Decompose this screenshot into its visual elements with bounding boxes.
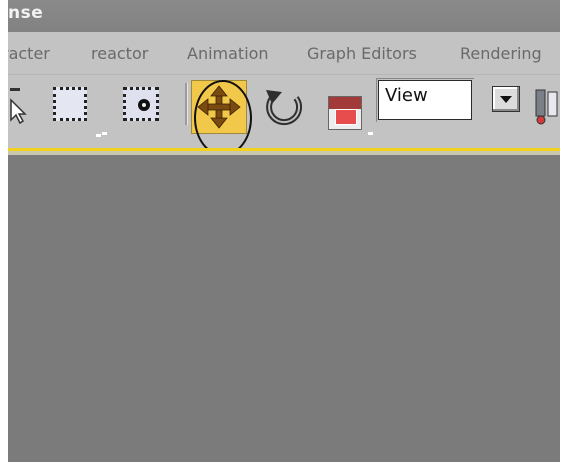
chevron-down-icon [500,96,512,103]
scale-button[interactable] [328,96,362,130]
menu-item-animation[interactable]: Animation [187,44,269,63]
select-region-button[interactable] [53,87,101,137]
window-crossing-icon [138,99,150,111]
scale-icon [329,97,361,109]
viewport[interactable] [8,155,560,462]
flyout-marker [368,132,373,135]
title-bar: nse [8,0,560,32]
menu-item-rendering[interactable]: Rendering [460,44,542,63]
pivot-center-button[interactable] [534,86,560,130]
reference-coordinate-dropdown-button[interactable] [492,86,520,112]
flyout-marker [102,132,107,135]
menu-bar: racter reactor Animation Graph Editors R… [8,32,560,75]
toolbar-separator [185,83,188,125]
rotate-button[interactable] [260,84,308,132]
window-title: nse [8,3,44,23]
select-object-button[interactable] [8,86,28,130]
window-crossing-button[interactable] [123,87,159,121]
highlight-circle [194,80,252,156]
rotate-icon [266,90,303,126]
app-window: nse racter reactor Animation Graph Edito… [8,0,560,462]
cursor-arrow-icon [10,88,27,125]
menu-item-character[interactable]: racter [8,44,50,63]
reference-coordinate-select[interactable]: View [378,80,472,120]
menu-item-graph-editors[interactable]: Graph Editors [307,44,417,63]
pivot-center-icon [535,89,558,125]
menu-item-reactor[interactable]: reactor [91,44,148,63]
